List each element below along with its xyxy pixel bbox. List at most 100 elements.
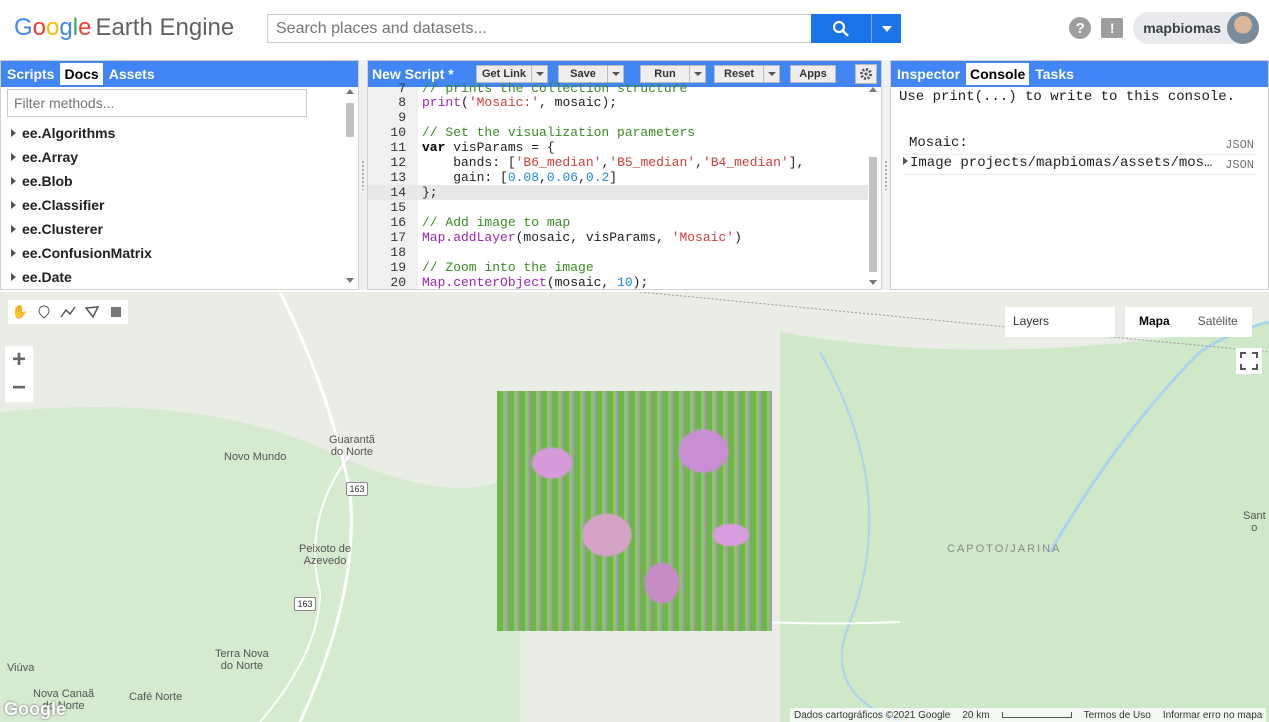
code-text: Map.centerObject(mosaic, 10); [422, 275, 649, 290]
right-resize-handle[interactable] [882, 60, 890, 290]
layers-button[interactable]: Layers [1005, 307, 1115, 337]
place-label: Peixoto de Azevedo [299, 543, 351, 567]
list-item[interactable]: ee.ConfusionMatrix [11, 241, 152, 265]
map-view[interactable]: ✋ + − Layers Mapa Satélite Guarantã do N… [0, 292, 1269, 722]
code-line: 19 // Zoom into the image [368, 260, 868, 275]
line-tool-button[interactable] [56, 300, 80, 324]
code-token: 'Mosaic' [671, 230, 735, 245]
logo-letter: e [78, 14, 92, 41]
list-item[interactable]: ee.Clusterer [11, 217, 152, 241]
code-line: 8 print('Mosaic:', mosaic); [368, 95, 868, 110]
zoom-out-button[interactable]: − [5, 374, 33, 402]
map-data-credit[interactable]: Dados cartográficos ©2021 Google [794, 710, 950, 721]
caret-down-icon [767, 72, 776, 76]
tab-assets[interactable]: Assets [105, 63, 159, 85]
code-token: var [422, 140, 446, 155]
terms-link[interactable]: Termos de Uso [1084, 710, 1151, 721]
code-editor[interactable]: 7 // prints the collection structure 8 pri… [368, 81, 868, 290]
search-input[interactable]: Search places and datasets... [267, 14, 811, 43]
code-line: 11 var visParams = { [368, 140, 868, 155]
pan-tool-button[interactable]: ✋ [8, 300, 32, 324]
code-line: 10 // Set the visualization parameters [368, 125, 868, 140]
list-item-label: ee.Algorithms [22, 125, 116, 141]
earth-engine-logo[interactable]: Google Earth Engine [14, 14, 234, 42]
json-link[interactable]: JSON [1225, 138, 1254, 152]
fullscreen-button[interactable] [1236, 348, 1262, 374]
left-tabbar: Scripts Docs Assets [1, 61, 358, 87]
scale-label[interactable]: 20 km [962, 710, 989, 721]
code-line: 17 Map.addLayer(mosaic, visParams, 'Mosai… [368, 230, 868, 245]
search-icon [832, 20, 849, 37]
code-text: // Add image to map [422, 215, 571, 230]
report-error-link[interactable]: Informar erro no mapa [1163, 710, 1263, 721]
feedback-icon[interactable]: ! [1101, 18, 1124, 38]
list-item[interactable]: ee.Blob [11, 169, 152, 193]
code-text: // Set the visualization parameters [422, 125, 696, 140]
code-line: 15 [368, 200, 868, 215]
map-type-satellite[interactable]: Satélite [1184, 307, 1252, 337]
line-number: 20 [390, 275, 406, 290]
caret-down-icon [881, 25, 892, 32]
tab-scripts[interactable]: Scripts [3, 63, 58, 85]
search-button[interactable] [811, 14, 871, 43]
line-number: 12 [390, 155, 406, 170]
highway-shield: 163 [294, 597, 316, 611]
expand-icon [11, 225, 16, 233]
logo-letter: o [32, 14, 47, 41]
list-item-label: ee.Date [22, 269, 72, 285]
list-item[interactable]: ee.Classifier [11, 193, 152, 217]
line-number: 13 [390, 170, 406, 185]
code-editor-panel: New Script * Get Link Save Run Reset App… [367, 60, 882, 290]
grip-dots [361, 160, 365, 190]
left-resize-handle[interactable] [359, 60, 367, 290]
scroll-down-icon[interactable] [346, 278, 354, 283]
help-icon[interactable]: ? [1069, 17, 1092, 39]
caret-down-icon [535, 72, 544, 76]
filter-methods-input[interactable]: Filter methods... [7, 89, 307, 117]
place-label: Café Norte [129, 691, 183, 703]
console-text: Mosaic: [909, 135, 968, 151]
rectangle-icon [111, 307, 121, 317]
docs-scrollbar[interactable] [344, 89, 356, 287]
list-item-label: ee.Blob [22, 173, 73, 189]
scroll-thumb[interactable] [869, 157, 877, 272]
tab-tasks[interactable]: Tasks [1031, 63, 1078, 85]
tab-docs[interactable]: Docs [60, 63, 103, 85]
point-tool-button[interactable] [32, 300, 56, 324]
json-link[interactable]: JSON [1225, 158, 1254, 172]
code-text: var visParams = { [422, 140, 555, 155]
search-dropdown-button[interactable] [871, 14, 901, 43]
list-item-label: ee.ConfusionMatrix [22, 245, 152, 261]
code-line: 20 Map.centerObject(mosaic, 10); [368, 275, 868, 290]
expand-icon [11, 177, 16, 185]
caret-down-icon [693, 72, 702, 76]
scroll-up-icon[interactable] [869, 87, 877, 92]
console-row[interactable]: Image projects/mapbiomas/assets/mos… JSO… [903, 155, 1258, 175]
list-item[interactable]: ee.Array [11, 145, 152, 169]
script-title[interactable]: New Script * [372, 66, 472, 82]
list-item-label: ee.Clusterer [22, 221, 103, 237]
scroll-up-icon[interactable] [346, 89, 354, 94]
tab-console[interactable]: Console [966, 63, 1030, 85]
region-label: CAPOTO/JARINA [947, 543, 1062, 555]
place-label: Terra Nova do Norte [215, 648, 269, 672]
expand-icon [11, 201, 16, 209]
console-hint: Use print(...) to write to this console. [899, 89, 1236, 105]
account-button[interactable]: mapbiomas [1133, 12, 1259, 44]
expand-icon [11, 249, 16, 257]
expand-icon[interactable] [903, 157, 908, 165]
code-token: 0.2 [585, 170, 610, 185]
code-token: 'B6_median' [515, 155, 602, 170]
avatar [1227, 12, 1259, 44]
editor-scrollbar[interactable] [867, 87, 879, 289]
scroll-down-icon[interactable] [869, 280, 877, 285]
list-item[interactable]: ee.Algorithms [11, 121, 152, 145]
polygon-tool-button[interactable] [80, 300, 104, 324]
map-type-map[interactable]: Mapa [1125, 307, 1184, 337]
code-token: 0.06 [546, 170, 579, 185]
list-item[interactable]: ee.Date [11, 265, 152, 289]
rectangle-tool-button[interactable] [104, 300, 128, 324]
scroll-thumb[interactable] [346, 103, 354, 137]
tab-inspector[interactable]: Inspector [893, 63, 964, 85]
zoom-in-button[interactable]: + [5, 346, 33, 374]
